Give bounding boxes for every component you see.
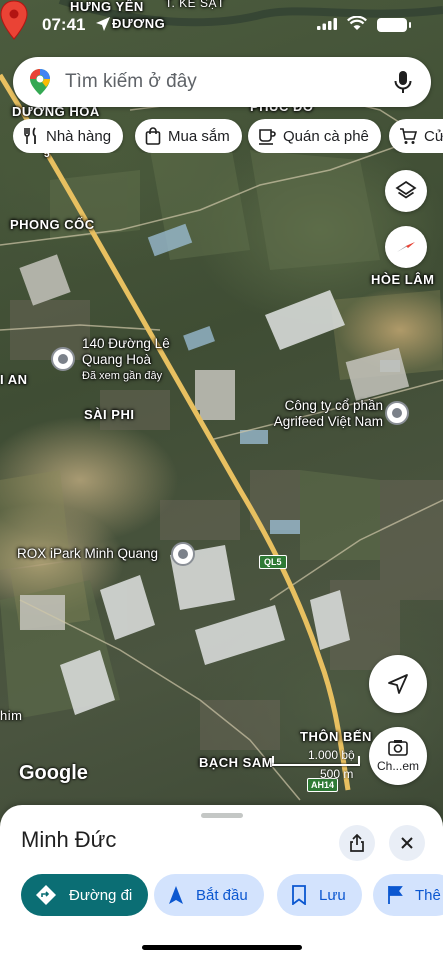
close-button[interactable] xyxy=(389,825,425,861)
more-label: Thê xyxy=(415,886,441,904)
navigation-start-icon xyxy=(169,886,183,904)
poi-label-agrifeed[interactable]: Công ty cổ phần Agrifeed Việt Nam xyxy=(258,398,383,430)
share-icon xyxy=(350,834,364,852)
layers-button[interactable] xyxy=(385,170,427,212)
chip-cafe[interactable]: Quán cà phê xyxy=(248,119,381,153)
compass-icon xyxy=(397,242,415,252)
start-label: Bắt đầu xyxy=(196,886,248,904)
directions-button[interactable]: Đường đi xyxy=(21,874,149,916)
poi-pin-icon[interactable] xyxy=(51,347,75,371)
sheet-drag-handle[interactable] xyxy=(201,813,243,818)
layers-icon xyxy=(395,180,417,199)
microphone-icon[interactable] xyxy=(393,70,413,94)
my-location-button[interactable] xyxy=(369,655,427,713)
chip-stores[interactable]: Cửa xyxy=(389,119,443,153)
share-button[interactable] xyxy=(339,825,375,861)
chip-restaurants[interactable]: Nhà hàng xyxy=(13,119,124,153)
search-input[interactable]: Tìm kiếm ở đây xyxy=(65,71,393,93)
map-label-thon-ben: THÔN BẾN xyxy=(300,729,372,744)
compass-button[interactable] xyxy=(385,226,427,268)
battery-icon xyxy=(377,18,411,32)
chip-shopping[interactable]: Mua sắm xyxy=(135,119,242,153)
category-chips: Nhà hàng Mua sắm Quán cà phê Cửa xyxy=(13,119,443,153)
camera-lens-icon xyxy=(388,740,408,756)
action-buttons: Đường đi Bắt đầu Lưu Thê xyxy=(21,874,443,918)
change-view-button[interactable]: Ch...em xyxy=(369,727,427,785)
save-label: Lưu xyxy=(319,886,346,904)
poi-label-rox-ipark[interactable]: ROX iPark Minh Quang xyxy=(17,546,158,562)
bookmark-icon xyxy=(292,885,306,905)
flag-icon xyxy=(388,886,403,904)
map-label-hoe-lam: HÒE LÂM xyxy=(371,272,435,287)
change-view-label: Ch...em xyxy=(376,759,419,773)
chip-label: Mua sắm xyxy=(168,127,230,145)
directions-label: Đường đi xyxy=(69,886,133,904)
map-label-an: I AN xyxy=(0,372,28,387)
coffee-cup-icon xyxy=(259,129,276,145)
status-bar: 07:41 xyxy=(0,0,443,48)
home-indicator xyxy=(142,945,302,950)
poi-recent-label: Đã xem gần đây xyxy=(82,370,163,382)
chip-label: Cửa xyxy=(424,127,443,145)
chip-label: Quán cà phê xyxy=(283,127,369,145)
map-label-sai-phi: SÀI PHI xyxy=(84,407,135,422)
more-button[interactable]: Thê xyxy=(373,874,443,916)
chip-label: Nhà hàng xyxy=(46,127,112,145)
search-bar[interactable]: Tìm kiếm ở đây xyxy=(13,57,431,107)
fork-knife-icon xyxy=(24,127,36,144)
wifi-icon xyxy=(347,16,367,30)
directions-icon xyxy=(36,885,56,905)
status-time: 07:41 xyxy=(42,15,86,34)
place-bottom-sheet[interactable]: Minh Đức Đường đi Bắt đầu Lưu Thê xyxy=(0,805,443,959)
cart-icon xyxy=(400,128,417,144)
google-maps-logo-icon xyxy=(30,69,50,95)
start-button[interactable]: Bắt đầu xyxy=(154,874,264,916)
close-icon xyxy=(401,837,413,849)
place-title: Minh Đức xyxy=(21,827,117,852)
road-shield-ql5: QL5 xyxy=(259,555,287,569)
navigation-arrow-icon xyxy=(388,674,408,694)
map-label-bach-sam: BẠCH SAM xyxy=(199,755,274,770)
poi-label-le-quang-hoa[interactable]: 140 Đường Lê Quang Hoà Đã xem gần đây xyxy=(82,336,182,384)
map-label-phong-coc: PHONG CỐC xyxy=(10,217,95,232)
save-button[interactable]: Lưu xyxy=(277,874,362,916)
poi-pin-icon[interactable] xyxy=(385,401,409,425)
cellular-signal-icon xyxy=(317,18,337,30)
map-label-him: him xyxy=(0,708,23,723)
poi-pin-icon[interactable] xyxy=(171,542,195,566)
poi-name: 140 Đường Lê Quang Hoà xyxy=(82,336,170,367)
location-arrow-icon xyxy=(96,17,110,31)
scale-imperial: 1.000 bộ xyxy=(308,748,355,762)
google-logo: Google xyxy=(19,762,88,784)
scale-metric: 500 m xyxy=(320,767,354,781)
map-scale: 1.000 bộ 500 m xyxy=(272,748,360,781)
shopping-bag-icon xyxy=(145,127,161,145)
